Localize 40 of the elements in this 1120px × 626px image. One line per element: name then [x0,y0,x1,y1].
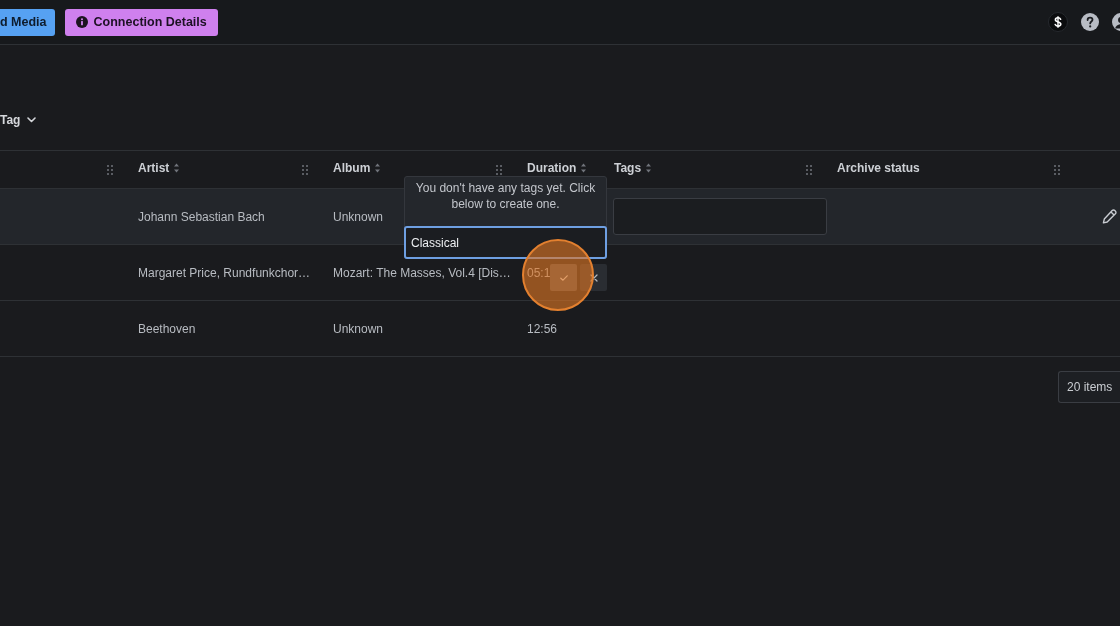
table-row[interactable]: Beethoven Unknown 12:56 [0,301,1120,357]
sort-icon[interactable] [646,163,652,173]
tag-name-input[interactable]: Classical [404,226,607,259]
cancel-button[interactable] [580,264,607,291]
page-size-select[interactable]: 20 items [1058,371,1120,403]
pencil-icon[interactable] [1102,209,1117,224]
table-cell: Margaret Price, Rundfunkchor… [138,265,311,280]
click-highlight-icon [522,239,594,311]
help-icon[interactable] [1081,13,1099,31]
column-header[interactable]: Album [333,161,371,175]
check-icon [559,274,568,281]
chevron-down-icon [27,117,37,123]
sort-icon[interactable] [581,163,587,173]
column-header[interactable]: Duration [527,161,577,175]
tag-filter-dropdown[interactable]: Tag [0,113,37,127]
column-header[interactable]: Artist [138,161,170,175]
upload-media-button[interactable]: d Media [0,8,55,36]
column-header[interactable]: Archive status [837,161,920,175]
table-cell: Mozart: The Masses, Vol.4 [Dis… [333,265,511,280]
info-icon [75,16,88,28]
drag-handle-icon[interactable] [806,164,812,175]
connection-details-button[interactable]: Connection Details [64,8,218,36]
table-cell: Unknown [333,321,384,336]
drag-handle-icon[interactable] [107,164,113,175]
column-header[interactable]: Tags [614,161,642,175]
tags-input-field[interactable] [613,198,827,235]
table-cell: Beethoven [138,321,196,336]
table-cell: 05:1 [527,265,551,280]
close-icon [589,273,598,282]
drag-handle-icon[interactable] [1054,164,1060,175]
drag-handle-icon[interactable] [496,164,502,175]
table-cell: Unknown [333,209,384,224]
user-icon[interactable] [1112,13,1120,31]
popover-message: You don't have any tags yet. Click below to create one. [414,180,597,213]
sort-icon[interactable] [375,163,381,173]
sort-icon[interactable] [174,163,180,173]
table-cell: Johann Sebastian Bach [138,209,265,224]
dollar-icon[interactable] [1048,12,1068,32]
table-cell: 12:56 [527,321,558,336]
drag-handle-icon[interactable] [302,164,308,175]
